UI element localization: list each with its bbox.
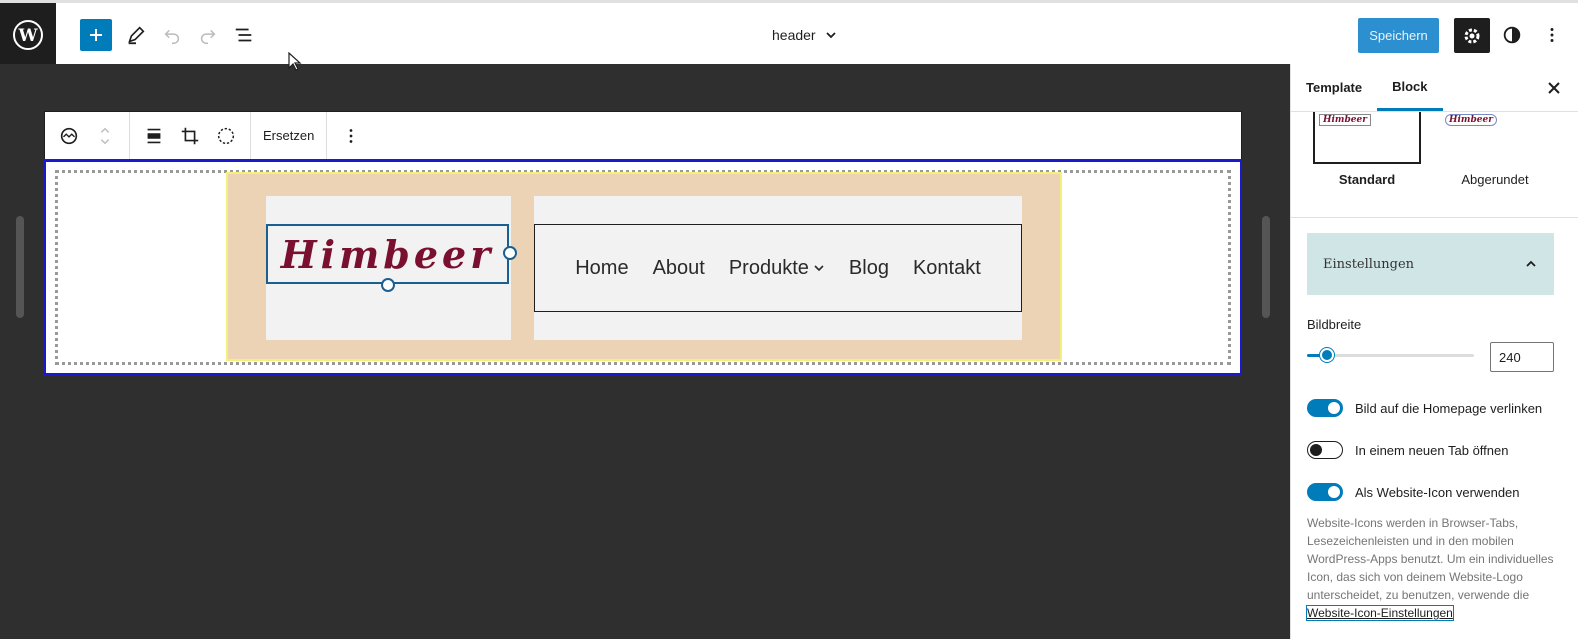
settings-sidebar: Template Block Himbeer Standard Himbeer … [1290, 64, 1578, 639]
replace-group: Ersetzen [251, 112, 328, 159]
site-icon-label: Als Website-Icon verwenden [1355, 484, 1520, 500]
document-title: header [772, 27, 816, 43]
link-homepage-toggle[interactable] [1307, 399, 1343, 417]
image-width-label: Bildbreite [1307, 317, 1362, 332]
undo-button[interactable] [156, 19, 188, 51]
site-logo-block[interactable]: Himbeer [266, 224, 517, 292]
wordpress-logo-icon[interactable]: W [0, 3, 56, 67]
settings-panel-title: Einstellungen [1323, 256, 1415, 272]
move-up-down-button[interactable] [87, 118, 123, 154]
tab-template[interactable]: Template [1291, 64, 1377, 111]
chevron-down-icon [814, 265, 824, 272]
edit-tool-button[interactable] [120, 19, 152, 51]
image-width-slider-thumb[interactable] [1320, 348, 1335, 362]
document-overview-button[interactable] [228, 19, 260, 51]
svg-text:W: W [17, 26, 38, 46]
align-icon [147, 128, 161, 143]
site-icon-help-body: Website-Icons werden in Browser-Tabs, Le… [1307, 516, 1554, 602]
align-button[interactable] [136, 118, 172, 154]
site-logo-image: Himbeer [280, 231, 495, 277]
gear-icon [1464, 28, 1480, 43]
site-icon-help-text: Website-Icons werden in Browser-Tabs, Le… [1306, 514, 1557, 622]
navigation-column[interactable]: Home About Produkte Blog Kontakt [534, 196, 1022, 340]
close-sidebar-button[interactable] [1544, 78, 1564, 98]
resize-handle-bottom-dot[interactable] [381, 278, 395, 292]
header-template-part[interactable]: Himbeer Home About Produkte Blog Kontakt [44, 160, 1242, 375]
style-abgerundet[interactable]: Himbeer Abgerundet [1441, 112, 1549, 187]
resize-handle-right[interactable] [1262, 216, 1270, 318]
resize-handle-left[interactable] [16, 216, 24, 318]
header-group-block[interactable]: Himbeer Home About Produkte Blog Kontakt [226, 172, 1062, 361]
mouse-cursor-icon [288, 52, 302, 71]
image-tools-group [130, 112, 251, 159]
plus-icon [90, 29, 102, 41]
style-abgerundet-label: Abgerundet [1461, 172, 1529, 187]
more-vertical-icon [1550, 28, 1554, 42]
close-icon [1548, 82, 1560, 94]
nav-item-about[interactable]: About [653, 257, 705, 280]
crop-button[interactable] [172, 118, 208, 154]
more-options-group [327, 112, 375, 159]
style-abgerundet-logo-thumbnail: Himbeer [1445, 114, 1497, 126]
style-standard-preview: Himbeer [1313, 112, 1421, 164]
editor-canvas[interactable]: Ersetzen Himbeer Home About Produkte Blo… [0, 64, 1290, 639]
document-title-dropdown[interactable]: header [772, 21, 838, 49]
nav-item-kontakt[interactable]: Kontakt [913, 257, 981, 280]
circle-dashed-icon [217, 127, 235, 144]
duotone-button[interactable] [208, 118, 244, 154]
style-abgerundet-preview: Himbeer [1441, 112, 1549, 164]
new-tab-label: In einem neuen Tab öffnen [1355, 442, 1509, 458]
resize-handle-right-dot[interactable] [503, 246, 517, 260]
sidebar-tabs: Template Block [1291, 64, 1578, 112]
list-view-icon [235, 28, 252, 42]
site-icon-toggle[interactable] [1307, 483, 1343, 501]
settings-button[interactable] [1454, 18, 1490, 53]
crop-icon [181, 127, 199, 144]
block-toolbar: Ersetzen [44, 111, 1242, 159]
navigation-block[interactable]: Home About Produkte Blog Kontakt [534, 224, 1022, 312]
editor-top-bar: W header Speichern [0, 0, 1578, 67]
save-button[interactable]: Speichern [1358, 18, 1439, 53]
logo-column[interactable]: Himbeer [266, 196, 517, 340]
new-tab-toggle[interactable] [1307, 441, 1343, 459]
tab-block[interactable]: Block [1377, 64, 1443, 111]
nav-item-produkte-label: Produkte [728, 256, 809, 279]
style-standard-logo-thumbnail: Himbeer [1319, 114, 1371, 126]
redo-icon [200, 29, 216, 44]
chevron-up-icon [1526, 260, 1536, 267]
toggle-row-site-icon[interactable]: Als Website-Icon verwenden [1307, 483, 1520, 501]
contrast-icon [1503, 26, 1521, 44]
toggle-row-new-tab[interactable]: In einem neuen Tab öffnen [1307, 441, 1508, 459]
more-vertical-icon [349, 128, 353, 143]
options-menu-button[interactable] [1536, 19, 1568, 51]
nav-item-produkte[interactable]: Produkte [729, 257, 825, 280]
link-homepage-label: Bild auf die Homepage verlinken [1355, 400, 1543, 416]
site-logo-block-button[interactable] [51, 118, 87, 154]
style-standard[interactable]: Himbeer Standard [1313, 112, 1421, 187]
block-type-group [45, 112, 130, 159]
style-standard-label: Standard [1338, 172, 1396, 187]
settings-panel-header[interactable]: Einstellungen [1307, 233, 1554, 295]
undo-icon [164, 29, 180, 44]
chevron-down-icon [825, 32, 836, 39]
add-block-button[interactable] [80, 19, 112, 51]
pencil-icon [128, 26, 145, 45]
image-width-input[interactable]: 240 [1490, 342, 1554, 372]
redo-button[interactable] [192, 19, 224, 51]
site-icon-settings-link[interactable]: Website-Icon-Einstellungen [1306, 605, 1454, 621]
replace-button[interactable]: Ersetzen [257, 128, 320, 143]
move-arrows-icon [100, 127, 110, 144]
site-logo-icon [60, 127, 78, 144]
block-options-button[interactable] [333, 118, 369, 154]
image-width-slider[interactable] [1307, 348, 1474, 362]
styles-button[interactable] [1496, 19, 1528, 51]
nav-item-blog[interactable]: Blog [849, 257, 889, 280]
toggle-row-link-homepage[interactable]: Bild auf die Homepage verlinken [1307, 399, 1542, 417]
block-styles: Himbeer Standard Himbeer Abgerundet [1291, 112, 1578, 218]
nav-item-home[interactable]: Home [575, 257, 628, 280]
